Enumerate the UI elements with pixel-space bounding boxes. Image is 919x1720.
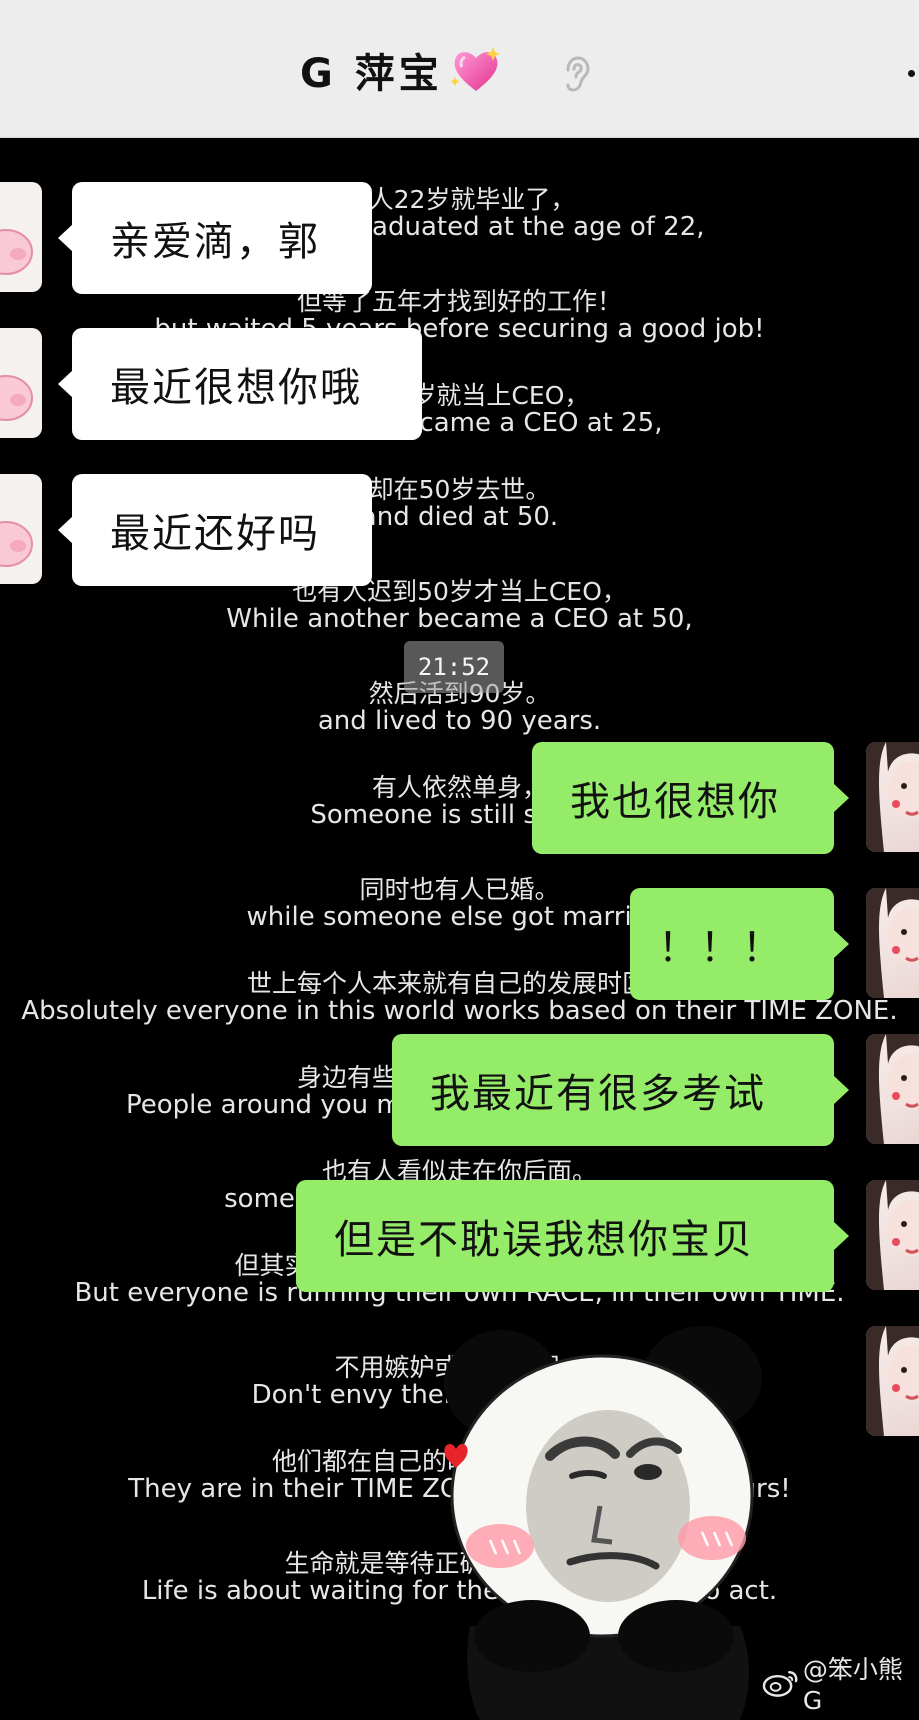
chat-area[interactable]: 有人22岁就毕业了， Someone graduated at the age … [0, 138, 919, 1720]
message-text: 我最近有很多考试 [430, 1071, 766, 1117]
message-text: 最近很想你哦 [110, 365, 362, 411]
message-bubble-outgoing[interactable]: 我也很想你 [532, 742, 849, 854]
girl-avatar-icon [866, 1326, 919, 1436]
more-menu-icon[interactable] [908, 70, 915, 77]
user-avatar[interactable] [866, 888, 919, 998]
panda-meme-sticker[interactable] [440, 1326, 770, 1720]
pig-avatar-icon [0, 229, 33, 275]
message-bubble-outgoing[interactable]: 但是不耽误我想你宝贝 [296, 1180, 849, 1292]
message-timestamp: 21:52 [404, 641, 504, 693]
message-bubble-incoming[interactable]: 亲爱滴，郭 [58, 182, 372, 294]
girl-avatar-icon [866, 1180, 919, 1290]
background-text-en: Absolutely everyone in this world works … [21, 996, 898, 1026]
ear-icon[interactable] [560, 54, 592, 94]
message-text: 最近还好吗 [110, 511, 320, 557]
background-text-en: and lived to 90 years. [317, 706, 602, 736]
message-text: ！！！ [658, 925, 784, 971]
message-bubble-outgoing[interactable]: 我最近有很多考试 [392, 1034, 849, 1146]
message-text: 我也很想你 [570, 779, 780, 825]
user-avatar[interactable] [866, 1034, 919, 1144]
contact-avatar[interactable] [0, 474, 42, 584]
sparkling-heart-icon [450, 47, 500, 91]
girl-avatar-icon [866, 742, 919, 852]
pig-avatar-icon [0, 521, 33, 567]
message-text: 亲爱滴，郭 [110, 219, 320, 265]
watermark-text: @笨小熊G [802, 1654, 903, 1715]
chat-header: G 萍宝 [0, 0, 919, 138]
girl-avatar-icon [866, 1034, 919, 1144]
contact-avatar[interactable] [0, 328, 42, 438]
chat-title-area[interactable]: G 萍宝 [300, 40, 503, 100]
message-bubble-incoming[interactable]: 最近很想你哦 [58, 328, 422, 440]
girl-avatar-icon [866, 888, 919, 998]
chat-title: G 萍宝 [300, 51, 443, 97]
user-avatar[interactable] [866, 742, 919, 852]
message-text: 但是不耽误我想你宝贝 [334, 1217, 754, 1263]
user-avatar[interactable] [866, 1326, 919, 1436]
watermark: @笨小熊G [762, 1655, 919, 1715]
pig-avatar-icon [0, 375, 33, 421]
contact-avatar[interactable] [0, 182, 42, 292]
message-bubble-incoming[interactable]: 最近还好吗 [58, 474, 372, 586]
user-avatar[interactable] [866, 1180, 919, 1290]
background-text-en: While another became a CEO at 50, [226, 604, 693, 634]
weibo-icon [762, 1671, 798, 1697]
message-bubble-outgoing[interactable]: ！！！ [630, 888, 849, 1000]
